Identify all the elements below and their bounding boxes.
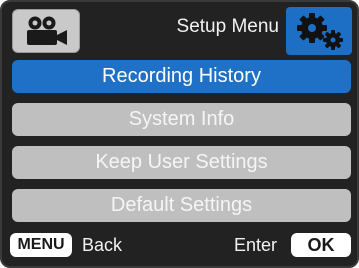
gears-icon xyxy=(297,13,343,50)
footer-bar: MENU Back Enter OK xyxy=(2,231,359,267)
back-label: Back xyxy=(82,235,123,255)
menu-item-system-info[interactable]: System Info xyxy=(12,103,351,136)
ok-key-badge[interactable]: OK xyxy=(291,233,351,257)
header-bar: Setup Menu xyxy=(2,2,359,60)
setup-menu-list: Recording History System Info Keep User … xyxy=(12,60,351,232)
menu-item-keep-user-settings[interactable]: Keep User Settings xyxy=(12,146,351,179)
menu-key-badge[interactable]: MENU xyxy=(10,233,72,257)
video-mode-tile[interactable] xyxy=(12,9,80,53)
menu-item-default-settings[interactable]: Default Settings xyxy=(12,189,351,222)
menu-item-recording-history[interactable]: Recording History xyxy=(12,60,351,93)
settings-tab[interactable] xyxy=(286,7,352,55)
screen-frame: Setup Menu Recording History System Info… xyxy=(0,0,359,268)
enter-label: Enter xyxy=(234,235,278,255)
page-title: Setup Menu xyxy=(176,16,279,37)
video-camera-icon xyxy=(27,16,67,45)
